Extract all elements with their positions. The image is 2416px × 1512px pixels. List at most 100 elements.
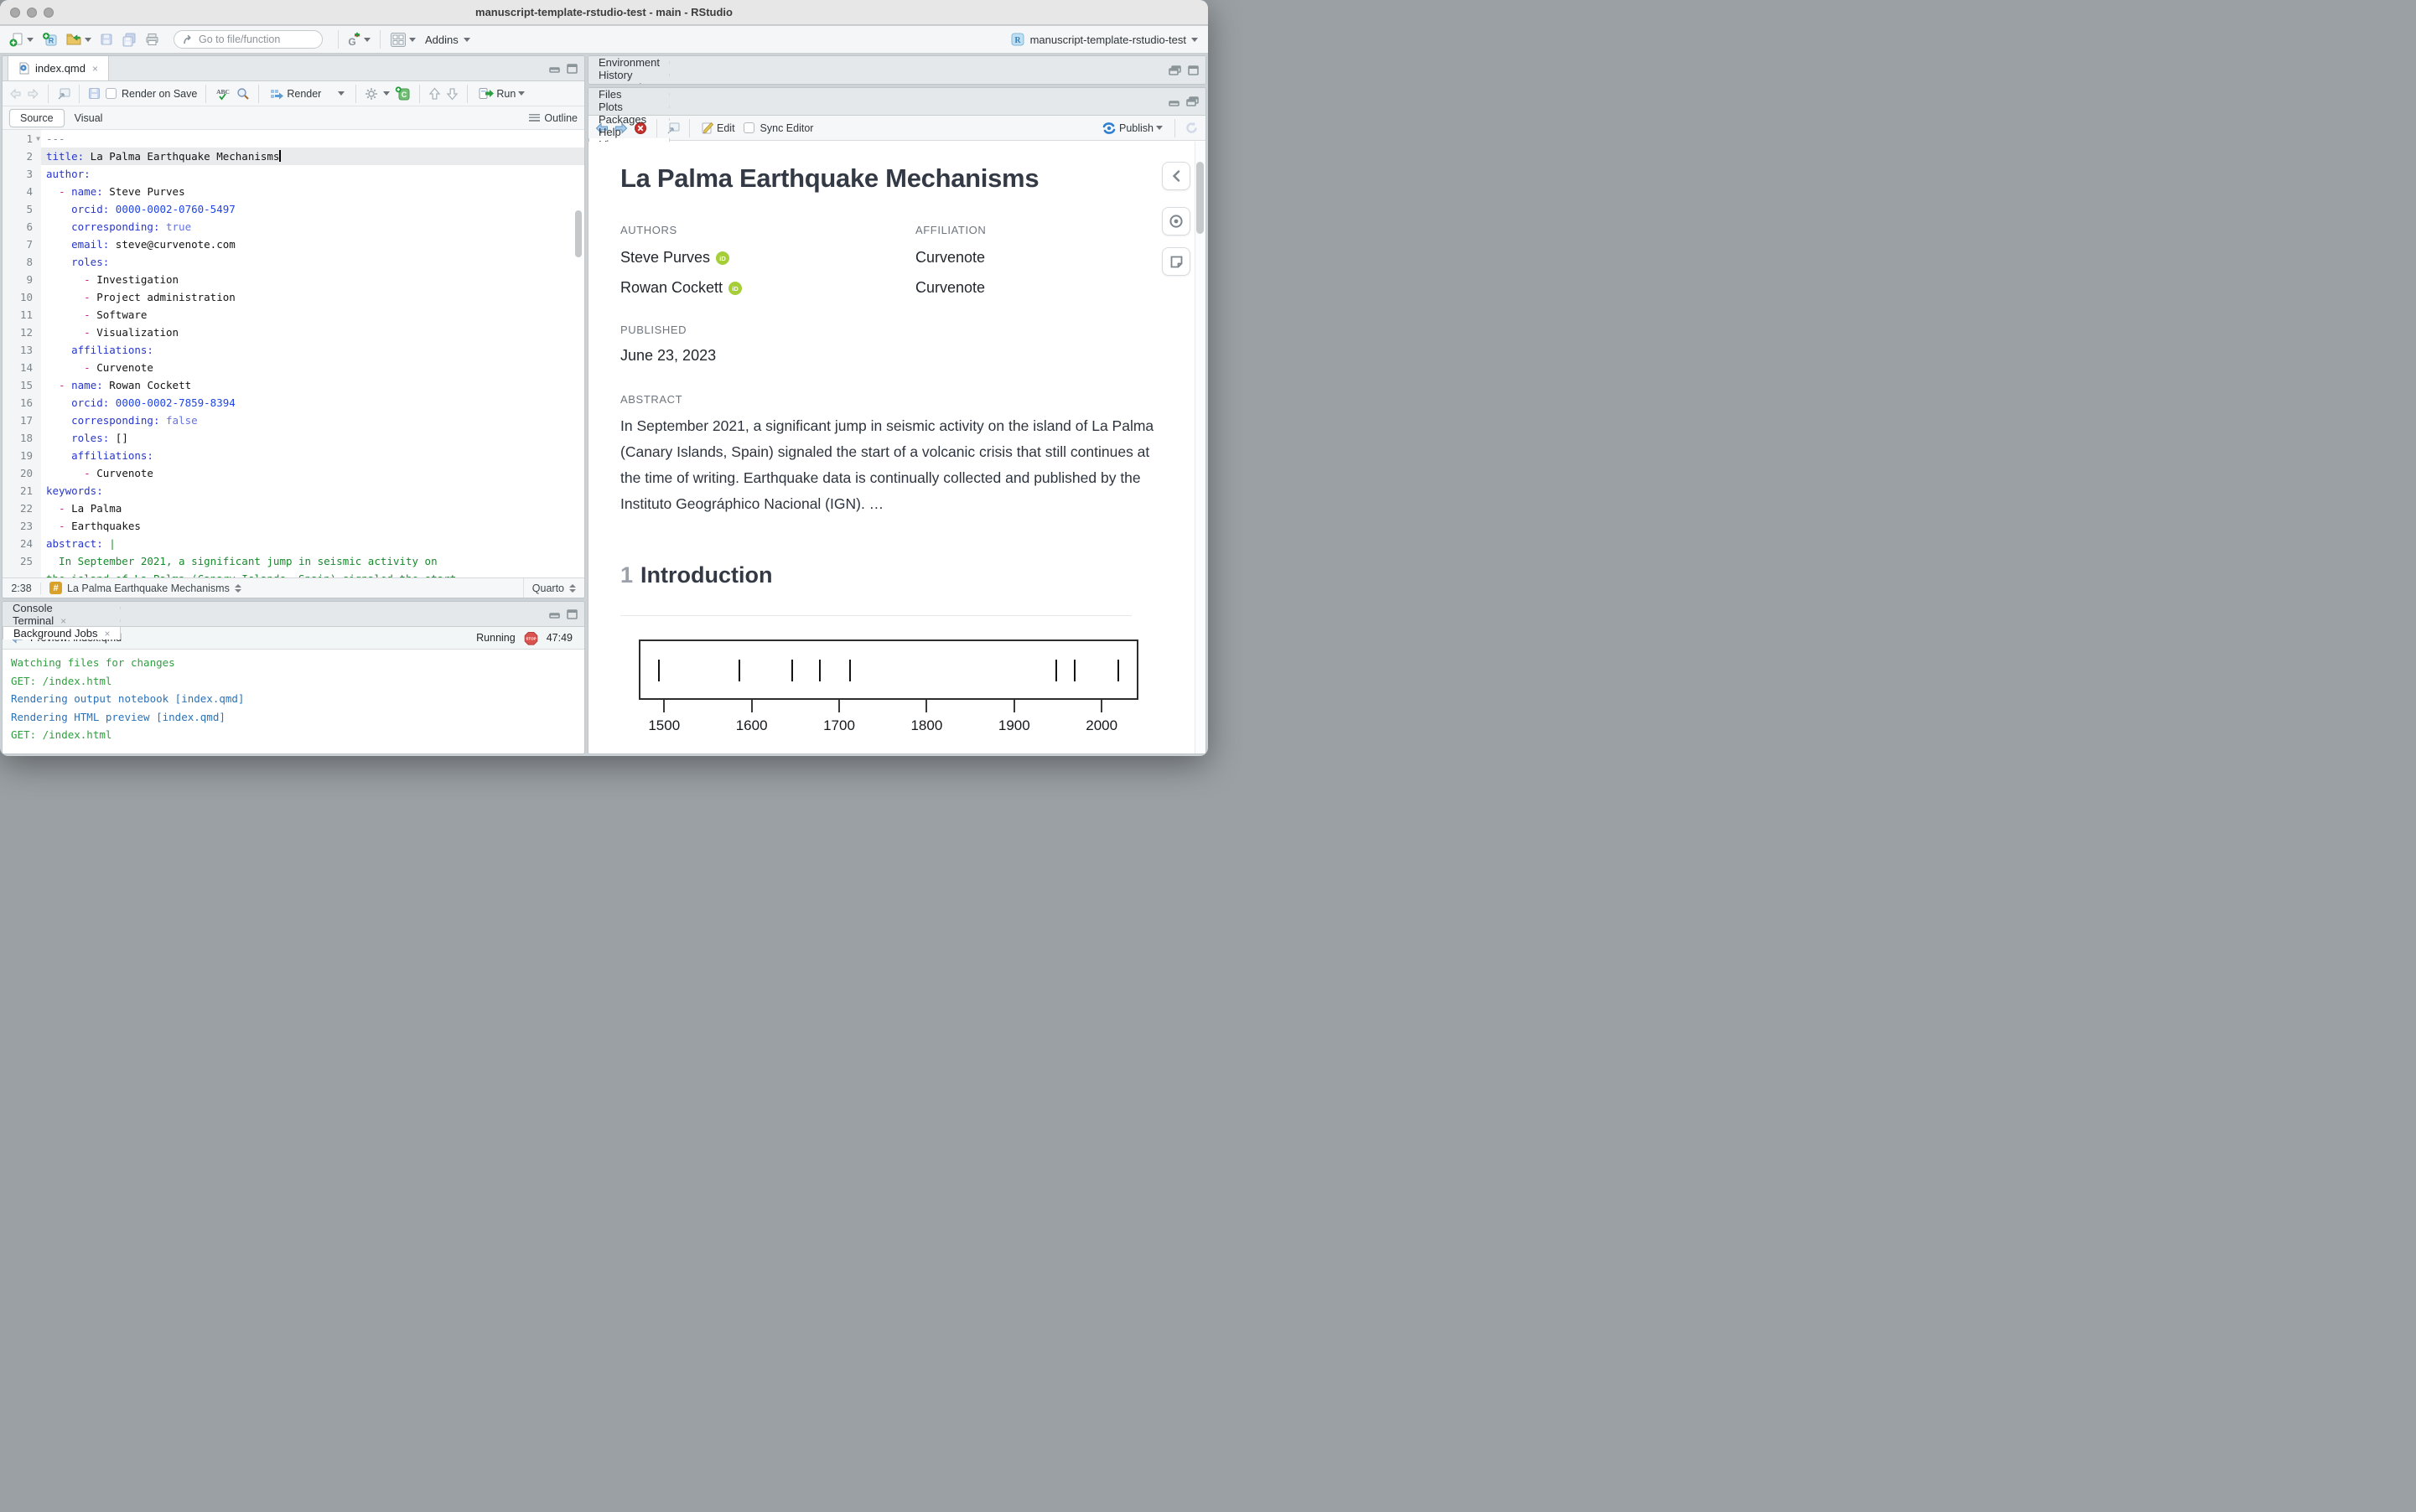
- code-text[interactable]: - La Palma: [41, 500, 584, 517]
- render-caret[interactable]: [338, 91, 345, 96]
- tab-connections[interactable]: Connections: [588, 81, 670, 85]
- code-editor[interactable]: 1▼---2title: La Palma Earthquake Mechani…: [3, 130, 584, 579]
- outline-button[interactable]: Outline: [529, 112, 578, 124]
- code-text[interactable]: corresponding: true: [41, 218, 584, 236]
- stop-icon[interactable]: STOP: [524, 631, 538, 645]
- code-text[interactable]: orcid: 0000-0002-7859-8394: [41, 394, 584, 412]
- code-text[interactable]: roles:: [41, 253, 584, 271]
- fold-arrow-icon[interactable]: ▼: [36, 130, 40, 148]
- tab-terminal[interactable]: Terminal×: [3, 614, 121, 627]
- orcid-icon[interactable]: iD: [716, 251, 729, 265]
- gear-icon[interactable]: [365, 87, 378, 101]
- gear-caret[interactable]: [383, 91, 390, 96]
- tab-packages[interactable]: Packages: [588, 113, 670, 126]
- tab-files[interactable]: Files: [588, 88, 670, 101]
- forward-icon[interactable]: [27, 88, 39, 100]
- render-on-save-checkbox[interactable]: [106, 88, 117, 99]
- run-caret[interactable]: [518, 91, 525, 96]
- render-button[interactable]: Render: [267, 86, 347, 101]
- code-text[interactable]: title: La Palma Earthquake Mechanisms: [41, 148, 584, 165]
- code-text[interactable]: corresponding: false: [41, 412, 584, 429]
- code-text[interactable]: - Visualization: [41, 324, 584, 341]
- edit-button[interactable]: Edit: [699, 120, 738, 136]
- search-icon[interactable]: [236, 87, 250, 101]
- publish-button[interactable]: Publish: [1099, 120, 1165, 137]
- minimize-window-button[interactable]: [27, 8, 37, 18]
- close-icon[interactable]: ×: [104, 628, 110, 639]
- code-text[interactable]: abstract: |: [41, 535, 584, 552]
- code-text[interactable]: - Curvenote: [41, 359, 584, 376]
- run-button[interactable]: Run: [476, 85, 527, 101]
- minimize-pane-icon[interactable]: [549, 609, 560, 619]
- restore-pane-icon[interactable]: [1169, 65, 1181, 75]
- version-control-caret[interactable]: [364, 38, 371, 42]
- tab-history[interactable]: History: [588, 69, 670, 81]
- code-text[interactable]: - Earthquakes: [41, 517, 584, 535]
- refresh-icon[interactable]: [1185, 121, 1199, 135]
- save-all-button[interactable]: [119, 31, 139, 49]
- save-button[interactable]: [97, 31, 116, 48]
- run-previous-icon[interactable]: [428, 87, 441, 101]
- maximize-pane-icon[interactable]: [567, 609, 578, 619]
- console-output[interactable]: Watching files for changesGET: /index.ht…: [3, 650, 584, 748]
- workspace-panes-caret[interactable]: [409, 38, 416, 42]
- project-menu[interactable]: R manuscript-template-rstudio-test: [1010, 32, 1201, 47]
- tab-environment[interactable]: Environment: [588, 56, 670, 69]
- code-text[interactable]: - Investigation: [41, 271, 584, 288]
- format-selector[interactable]: Quarto: [523, 578, 584, 598]
- spellcheck-icon[interactable]: ABC: [215, 87, 231, 101]
- code-text[interactable]: keywords:: [41, 482, 584, 500]
- sync-editor-checkbox[interactable]: [744, 122, 754, 133]
- back-icon[interactable]: [9, 88, 22, 100]
- code-text[interactable]: - name: Rowan Cockett: [41, 376, 584, 394]
- source-mode-button[interactable]: Source: [9, 109, 65, 127]
- visibility-button[interactable]: [1162, 207, 1190, 236]
- code-text[interactable]: roles: []: [41, 429, 584, 447]
- tab-console[interactable]: Console: [3, 602, 121, 614]
- annotate-button[interactable]: [1162, 247, 1190, 276]
- tab-help[interactable]: Help: [588, 126, 670, 138]
- code-text[interactable]: affiliations:: [41, 447, 584, 464]
- editor-scrollbar-thumb[interactable]: [575, 210, 582, 257]
- goto-file-input[interactable]: [199, 34, 308, 45]
- code-text[interactable]: ---: [41, 130, 584, 148]
- publish-caret[interactable]: [1156, 126, 1163, 130]
- new-file-caret[interactable]: [27, 38, 34, 42]
- open-file-button[interactable]: [64, 31, 94, 48]
- code-text[interactable]: email: steve@curvenote.com: [41, 236, 584, 253]
- zoom-window-button[interactable]: [44, 8, 54, 18]
- code-text[interactable]: - Software: [41, 306, 584, 324]
- popout-icon[interactable]: [57, 88, 70, 100]
- new-file-button[interactable]: [7, 30, 36, 49]
- section-selector[interactable]: # La Palma Earthquake Mechanisms: [41, 582, 250, 594]
- code-text[interactable]: affiliations:: [41, 341, 584, 359]
- save-icon[interactable]: [88, 87, 101, 100]
- collapse-sidebar-button[interactable]: [1162, 162, 1190, 190]
- maximize-pane-icon[interactable]: [1188, 65, 1199, 75]
- close-window-button[interactable]: [10, 8, 20, 18]
- close-icon[interactable]: ×: [92, 63, 98, 75]
- maximize-pane-icon[interactable]: [567, 64, 578, 74]
- tab-plots[interactable]: Plots: [588, 101, 670, 113]
- code-text[interactable]: - name: Steve Purves: [41, 183, 584, 200]
- goto-file-search[interactable]: [174, 30, 323, 49]
- viewer-scrollbar-thumb[interactable]: [1196, 162, 1204, 234]
- tab-background-jobs[interactable]: Background Jobs×: [3, 627, 121, 639]
- code-text[interactable]: - Curvenote: [41, 464, 584, 482]
- version-control-button[interactable]: G: [345, 30, 373, 49]
- minimize-pane-icon[interactable]: [549, 64, 560, 73]
- print-button[interactable]: [143, 31, 162, 48]
- workspace-panes-button[interactable]: [387, 30, 418, 49]
- code-text[interactable]: In September 2021, a significant jump in…: [41, 552, 584, 570]
- visual-mode-button[interactable]: Visual: [65, 110, 113, 127]
- code-text[interactable]: author:: [41, 165, 584, 183]
- restore-pane-icon[interactable]: [1186, 96, 1199, 106]
- code-text[interactable]: orcid: 0000-0002-0760-5497: [41, 200, 584, 218]
- close-icon[interactable]: ×: [60, 615, 66, 627]
- viewer-document[interactable]: La Palma Earthquake Mechanisms AUTHORS S…: [588, 142, 1205, 753]
- code-text[interactable]: - Project administration: [41, 288, 584, 306]
- orcid-icon[interactable]: iD: [728, 282, 742, 295]
- open-file-caret[interactable]: [85, 38, 91, 42]
- minimize-pane-icon[interactable]: [1169, 97, 1179, 106]
- insert-chunk-icon[interactable]: C: [395, 86, 411, 101]
